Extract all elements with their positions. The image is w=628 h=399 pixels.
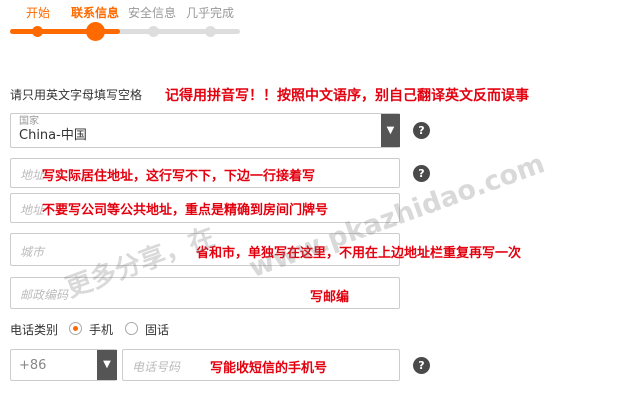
city-placeholder: 城市 bbox=[20, 245, 45, 259]
step-contact-label: 联系信息 bbox=[71, 6, 120, 20]
phone-number-placeholder: 电话号码 bbox=[132, 360, 181, 374]
phone-help-icon[interactable]: ? bbox=[413, 357, 430, 374]
country-help-icon[interactable]: ? bbox=[413, 122, 430, 139]
step-start-label: 开始 bbox=[26, 6, 51, 20]
radio-landline[interactable] bbox=[125, 322, 138, 335]
country-code-select[interactable]: +86 ▼ bbox=[10, 349, 117, 381]
phone-type-label: 电话类别 bbox=[10, 323, 59, 337]
radio-mobile[interactable] bbox=[69, 322, 82, 335]
instruction-text: 请只用英文字母填写空格 bbox=[10, 88, 143, 102]
country-code-value: +86 bbox=[19, 358, 47, 373]
annotation-phone: 写能收短信的手机号 bbox=[210, 361, 328, 376]
country-select[interactable]: 国家 China-中国 ▼ bbox=[10, 113, 400, 148]
annotation-zip: 写邮编 bbox=[310, 290, 350, 305]
step-finish-dot bbox=[205, 26, 216, 37]
zip-placeholder: 邮政编码 bbox=[20, 288, 69, 302]
address-line1-placeholder: 地址 bbox=[20, 168, 45, 182]
country-value: China-中国 bbox=[19, 128, 87, 143]
annotation-address2: 不要写公司等公共地址，重点是精确到房间门牌号 bbox=[42, 203, 329, 218]
radio-landline-label[interactable]: 固话 bbox=[145, 321, 169, 338]
annotation-address1: 写实际居住地址，这行写不下，下边一行接着写 bbox=[42, 169, 316, 184]
annotation-pinyin: 记得用拼音写！！按照中文语序，别自己翻译英文反而误事 bbox=[165, 88, 529, 104]
step-start-dot bbox=[32, 26, 43, 37]
step-security-dot bbox=[148, 26, 159, 37]
step-finish-label: 几乎完成 bbox=[186, 6, 235, 20]
radio-mobile-label[interactable]: 手机 bbox=[89, 321, 113, 338]
address-line2-placeholder: 地址 bbox=[20, 203, 45, 217]
chevron-down-icon[interactable]: ▼ bbox=[381, 114, 400, 147]
address-help-icon[interactable]: ? bbox=[413, 165, 430, 182]
chevron-down-icon[interactable]: ▼ bbox=[97, 350, 117, 380]
step-security-label: 安全信息 bbox=[128, 6, 177, 20]
step-contact-dot bbox=[86, 22, 105, 41]
